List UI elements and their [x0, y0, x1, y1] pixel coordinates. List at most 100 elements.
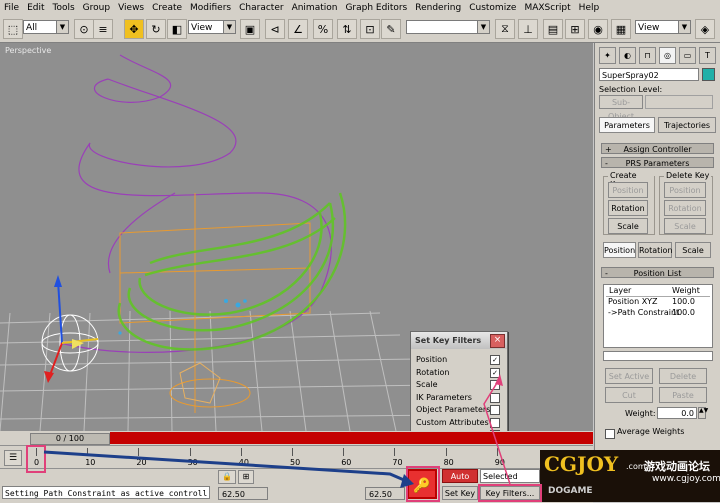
prs-parameters-rollout[interactable]: - PRS Parameters: [601, 157, 714, 168]
move-icon[interactable]: ✥: [124, 19, 144, 39]
motion-tab-icon[interactable]: ◎: [659, 47, 676, 64]
delete-key-rotation-button[interactable]: Rotation: [664, 200, 706, 216]
scale-icon[interactable]: ◧: [167, 19, 187, 39]
menu-customize[interactable]: Customize: [465, 0, 520, 16]
tab-parameters[interactable]: Parameters: [599, 117, 655, 133]
position-list-rollout[interactable]: - Position List: [601, 267, 714, 278]
lock-icon[interactable]: 🔒: [218, 470, 236, 484]
delete-layer-button[interactable]: Delete: [659, 368, 707, 384]
key-filters-button[interactable]: Key Filters...: [480, 486, 540, 500]
menu-file[interactable]: File: [0, 0, 23, 16]
key-filter-rotation[interactable]: Rotation ✓: [416, 367, 504, 379]
mode-position-button[interactable]: Position: [603, 242, 636, 258]
menu-edit[interactable]: Edit: [23, 0, 48, 16]
track-bar[interactable]: ☰ 0 10 20 30 40 50 60 70 80 90: [0, 445, 593, 468]
assign-controller-rollout[interactable]: + Assign Controller: [601, 143, 714, 154]
menu-modifiers[interactable]: Modifiers: [186, 0, 235, 16]
weight-spinner[interactable]: 0.0: [657, 407, 697, 419]
layer-name-field[interactable]: [603, 351, 713, 361]
checkbox[interactable]: [490, 392, 500, 403]
selection-filter-dropdown[interactable]: All ▼: [23, 20, 69, 34]
mode-scale-button[interactable]: Scale: [675, 242, 711, 258]
key-filter-object-parameters[interactable]: Object Parameters: [416, 404, 504, 416]
layer-list[interactable]: Layer Weight Position XYZ 100.0 ->Path C…: [603, 284, 713, 348]
average-weights-checkbox[interactable]: [605, 429, 615, 439]
utilities-tab-icon[interactable]: T: [699, 47, 716, 64]
cut-button[interactable]: Cut: [605, 387, 653, 403]
mini-curve-editor-icon[interactable]: ☰: [4, 450, 22, 466]
key-filter-custom-attributes[interactable]: Custom Attributes: [416, 417, 504, 429]
edit-named-selection-icon[interactable]: ✎: [381, 19, 401, 39]
menu-animation[interactable]: Animation: [288, 0, 342, 16]
sub-object-dropdown[interactable]: [645, 95, 713, 109]
set-key-icon[interactable]: 🔑: [407, 469, 437, 499]
menu-help[interactable]: Help: [575, 0, 604, 16]
key-filter-position[interactable]: Position ✓: [416, 354, 504, 366]
mirror-tool-icon[interactable]: ⧖: [495, 19, 515, 39]
material-editor-icon[interactable]: ◉: [588, 19, 608, 39]
angle-snap-icon[interactable]: ∠: [288, 19, 308, 39]
checkbox[interactable]: [490, 380, 500, 390]
set-key-button[interactable]: Set Key: [442, 486, 478, 500]
menu-rendering[interactable]: Rendering: [411, 0, 465, 16]
rotate-icon[interactable]: ↻: [146, 19, 166, 39]
spinner-snap-icon[interactable]: ⇅: [337, 19, 357, 39]
menu-maxscript[interactable]: MAXScript: [520, 0, 574, 16]
hierarchy-tab-icon[interactable]: ⊓: [639, 47, 656, 64]
schematic-view-icon[interactable]: ⊞: [565, 19, 585, 39]
object-name-field[interactable]: SuperSpray02: [599, 68, 699, 81]
select-by-name-icon[interactable]: ≡: [93, 19, 113, 39]
list-item[interactable]: ->Path Constraint 100.0: [608, 308, 712, 317]
create-key-position-button[interactable]: Position: [608, 182, 648, 198]
reference-coord-dropdown[interactable]: View ▼: [188, 20, 236, 34]
key-mode-dropdown[interactable]: Selected: [480, 469, 540, 483]
menu-character[interactable]: Character: [235, 0, 287, 16]
tab-trajectories[interactable]: Trajectories: [658, 117, 716, 133]
checkbox[interactable]: ✓: [490, 355, 500, 365]
time-slider[interactable]: 0 / 100: [30, 433, 110, 445]
sub-object-button[interactable]: Sub-Object: [599, 95, 643, 121]
z-coordinate-field[interactable]: 62.50: [365, 487, 405, 500]
menu-tools[interactable]: Tools: [49, 0, 79, 16]
display-tab-icon[interactable]: ▭: [679, 47, 696, 64]
menu-graph-editors[interactable]: Graph Editors: [341, 0, 411, 16]
create-key-scale-button[interactable]: Scale: [608, 218, 648, 234]
menu-views[interactable]: Views: [114, 0, 148, 16]
spinner-arrows-icon[interactable]: ▲▼: [698, 407, 708, 419]
list-item[interactable]: Position XYZ 100.0: [608, 297, 712, 306]
create-key-rotation-button[interactable]: Rotation: [608, 200, 648, 216]
delete-key-position-button[interactable]: Position: [664, 182, 706, 198]
create-tab-icon[interactable]: ✦: [599, 47, 616, 64]
checkbox[interactable]: [490, 405, 500, 415]
checkbox[interactable]: ✓: [490, 367, 500, 378]
quick-render-icon[interactable]: ◈: [695, 19, 715, 39]
key-filter-ik-parameters[interactable]: IK Parameters: [416, 392, 504, 404]
percent-snap-icon[interactable]: %: [313, 19, 333, 39]
mode-rotation-button[interactable]: Rotation: [638, 242, 672, 258]
select-region-icon[interactable]: ⬚: [3, 19, 23, 39]
named-selection-dropdown[interactable]: ▼: [406, 20, 490, 34]
named-selection-icon[interactable]: ⊡: [360, 19, 380, 39]
paste-button[interactable]: Paste: [659, 387, 707, 403]
mirror-icon[interactable]: ⊲: [265, 19, 285, 39]
close-icon[interactable]: ×: [490, 334, 505, 348]
select-object-icon[interactable]: ⊙: [74, 19, 94, 39]
transform-gizmo[interactable]: [44, 275, 99, 383]
x-coordinate-field[interactable]: 62.50: [218, 487, 268, 500]
set-active-button[interactable]: Set Active: [605, 368, 653, 384]
modify-tab-icon[interactable]: ◐: [619, 47, 636, 64]
pivot-icon[interactable]: ▣: [240, 19, 260, 39]
key-filter-label: Position: [416, 355, 448, 364]
track-view-icon[interactable]: ▤: [543, 19, 563, 39]
menu-group[interactable]: Group: [79, 0, 114, 16]
delete-key-scale-button[interactable]: Scale: [664, 218, 706, 234]
render-scene-icon[interactable]: ▦: [611, 19, 631, 39]
key-filter-scale[interactable]: Scale: [416, 379, 504, 391]
absolute-mode-icon[interactable]: ⊞: [238, 470, 254, 484]
align-icon[interactable]: ⊥: [518, 19, 538, 39]
object-color-swatch[interactable]: [702, 68, 715, 81]
render-type-dropdown[interactable]: View ▼: [635, 20, 691, 34]
checkbox[interactable]: [490, 417, 500, 428]
menu-create[interactable]: Create: [148, 0, 186, 16]
auto-key-button[interactable]: Auto Key: [442, 469, 478, 495]
